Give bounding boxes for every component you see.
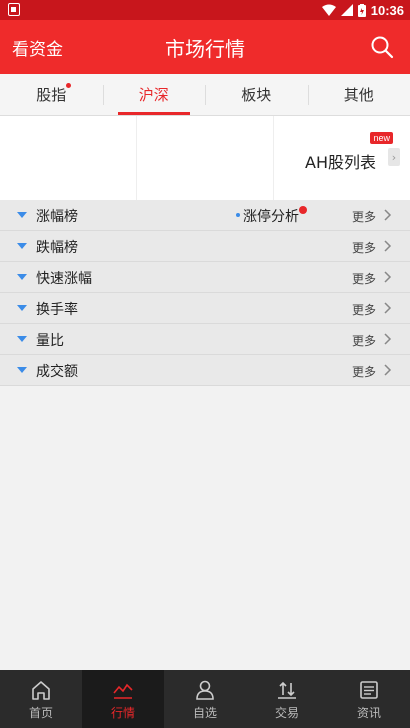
chevron-right-icon: [384, 271, 392, 283]
caret-down-icon: [17, 367, 27, 373]
notification-dot: [66, 83, 71, 88]
signal-icon: [340, 4, 353, 16]
row-label: 跌幅榜: [36, 240, 78, 256]
row-label: 快速涨幅: [36, 271, 92, 287]
more-link[interactable]: 更多: [352, 363, 376, 380]
row-label: 量比: [36, 333, 64, 349]
nav-label: 自选: [192, 706, 217, 720]
list-row-fast-rise[interactable]: 快速涨幅 更多: [0, 262, 410, 293]
nav-market[interactable]: 行情: [82, 670, 164, 728]
notification-dot: [299, 206, 307, 214]
nav-news[interactable]: 资讯: [328, 670, 410, 728]
tab-label: 其他: [343, 86, 374, 104]
nav-label: 首页: [28, 706, 53, 720]
chevron-right-icon: [384, 240, 392, 252]
ranking-list: 涨幅榜 涨停分析 更多 跌幅榜 更多 快速涨幅 更多 换手率 更多 量比 更多 …: [0, 200, 410, 386]
bottom-nav: 首页 行情 自选 交易 资讯: [0, 670, 410, 728]
row-label: 涨幅榜: [36, 209, 78, 225]
list-row-turnover[interactable]: 换手率 更多: [0, 293, 410, 324]
capital-flow-button[interactable]: 看资金: [12, 35, 63, 60]
news-icon: [360, 681, 378, 699]
caret-down-icon: [17, 336, 27, 342]
chevron-right-icon: [384, 333, 392, 345]
nav-trade[interactable]: 交易: [246, 670, 328, 728]
tab-label: 股指: [36, 86, 67, 104]
trade-icon: [278, 681, 296, 699]
search-icon[interactable]: [370, 35, 394, 59]
chart-icon: [113, 683, 133, 699]
tab-index[interactable]: 股指: [0, 74, 103, 115]
person-icon: [196, 680, 214, 700]
row-label: 换手率: [36, 302, 78, 318]
battery-icon: [357, 3, 366, 17]
caret-down-icon: [17, 305, 27, 311]
status-bar: 10:36: [0, 0, 410, 20]
list-row-volume-ratio[interactable]: 量比 更多: [0, 324, 410, 355]
tab-label: 板块: [241, 86, 272, 104]
home-icon: [32, 681, 50, 700]
more-link[interactable]: 更多: [352, 332, 376, 349]
tab-shanghai-shenzhen[interactable]: 沪深: [102, 74, 206, 115]
nav-label: 资讯: [356, 706, 381, 720]
list-row-gainers[interactable]: 涨幅榜 涨停分析 更多: [0, 200, 410, 231]
row-label: 成交额: [36, 364, 78, 380]
tab-label: 沪深: [138, 86, 169, 104]
grid-cell-empty: [0, 116, 136, 200]
nav-label: 交易: [274, 706, 299, 720]
chevron-right-icon: [384, 209, 392, 221]
nav-home[interactable]: 首页: [0, 670, 82, 728]
active-tab-indicator: [117, 112, 190, 115]
tab-other[interactable]: 其他: [307, 74, 410, 115]
nav-label: 行情: [110, 706, 135, 720]
more-link[interactable]: 更多: [352, 208, 376, 225]
nav-watchlist[interactable]: 自选: [164, 670, 246, 728]
content-area: [0, 386, 410, 670]
ah-list-label: AH股列表: [305, 153, 376, 172]
grid-cell-empty: [136, 116, 273, 200]
chevron-right-icon: [384, 364, 392, 376]
list-row-trade-amount[interactable]: 成交额 更多: [0, 355, 410, 386]
tab-sector[interactable]: 板块: [205, 74, 308, 115]
chevron-right-icon: [384, 302, 392, 314]
wifi-icon: [321, 4, 336, 16]
chevron-right-icon: ›: [388, 148, 400, 166]
ah-list-card[interactable]: new AH股列表 ›: [273, 116, 410, 200]
market-tabs: 股指 沪深 板块 其他: [0, 74, 410, 116]
app-bar: 看资金 市场行情: [0, 20, 410, 74]
index-grid: new AH股列表 ›: [0, 116, 410, 200]
caret-down-icon: [17, 212, 27, 218]
new-badge: new: [370, 132, 393, 144]
caret-down-icon: [17, 274, 27, 280]
more-link[interactable]: 更多: [352, 239, 376, 256]
more-link[interactable]: 更多: [352, 270, 376, 287]
limit-up-analysis-link[interactable]: 涨停分析: [235, 206, 299, 226]
more-link[interactable]: 更多: [352, 301, 376, 318]
notification-icon: [8, 3, 20, 16]
status-time: 10:36: [370, 2, 404, 18]
list-row-losers[interactable]: 跌幅榜 更多: [0, 231, 410, 262]
caret-down-icon: [17, 243, 27, 249]
